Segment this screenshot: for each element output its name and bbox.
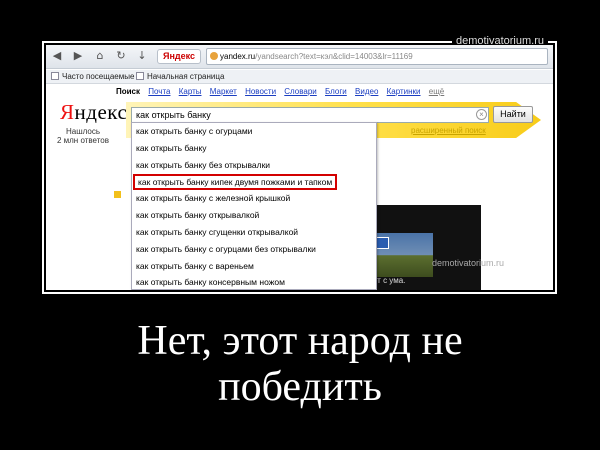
browser-screenshot: ◀ ▶ ⌂ ↻ ↓ Яндекс yandex.ru/yandsearch?te… xyxy=(46,45,553,290)
suggestion-item[interactable]: как открыть банку xyxy=(136,143,207,153)
nav-mail[interactable]: Почта xyxy=(148,87,170,96)
bookmarks-bar: Часто посещаемые Начальная страница xyxy=(46,70,553,84)
suggestions-dropdown: как открыть банку с огурцами как открыть… xyxy=(131,122,377,290)
address-bar[interactable]: yandex.ru/yandsearch?text=кэл&clid=14003… xyxy=(206,48,548,65)
suggestion-item[interactable]: как открыть банку с вареньем xyxy=(136,261,254,271)
nav-dictionaries[interactable]: Словари xyxy=(284,87,317,96)
nav-more[interactable]: ещё xyxy=(429,87,444,96)
suggestion-item[interactable]: как открыть банку с огурцами без открыва… xyxy=(136,244,316,254)
home-icon[interactable]: ⌂ xyxy=(93,49,107,63)
suggestion-item[interactable]: как открыть банку консервным ножом xyxy=(136,277,285,287)
nav-images[interactable]: Картинки xyxy=(387,87,421,96)
back-icon[interactable]: ◀ xyxy=(50,49,64,63)
favicon-icon xyxy=(210,52,218,60)
suggestion-item[interactable]: как открыть банку без открывалки xyxy=(136,160,270,170)
demotivator-caption: Нет, этот народ не победить xyxy=(0,318,600,410)
suggestion-item[interactable]: как открыть банку с железной крышкой xyxy=(136,193,290,203)
nav-news[interactable]: Новости xyxy=(245,87,276,96)
yandex-logo[interactable]: Яндекс xyxy=(60,100,127,125)
suggestion-item[interactable]: как открыть банку открывалкой xyxy=(136,210,259,220)
browser-toolbar: ◀ ▶ ⌂ ↻ ↓ Яндекс yandex.ru/yandsearch?te… xyxy=(46,45,553,69)
results-count: Нашлось 2 млн ответов xyxy=(56,127,110,145)
clear-icon[interactable]: × xyxy=(476,109,487,120)
url-path: /yandsearch?text=кэл&clid=14003&lr=11169 xyxy=(255,52,413,61)
road-sign-image xyxy=(373,233,433,277)
suggestion-item[interactable]: как открыть банку с огурцами xyxy=(136,126,252,136)
refresh-icon[interactable]: ↻ xyxy=(114,49,128,63)
yandex-nav: Поиск Почта Карты Маркет Новости Словари… xyxy=(116,87,450,96)
bookmark-frequent[interactable]: Часто посещаемые xyxy=(51,70,134,84)
tab-yandex[interactable]: Яндекс xyxy=(157,49,201,64)
bookmark-icon xyxy=(136,72,144,80)
nav-maps[interactable]: Карты xyxy=(179,87,202,96)
caption-line-2: победить xyxy=(218,364,382,410)
nav-search: Поиск xyxy=(116,87,141,96)
caption-line-1: Нет, этот народ не xyxy=(137,318,463,364)
bookmark-icon xyxy=(51,72,59,80)
road-sign xyxy=(375,237,389,249)
nav-video[interactable]: Видео xyxy=(355,87,378,96)
nav-market[interactable]: Маркет xyxy=(210,87,237,96)
watermark-middle: demotivatorium.ru xyxy=(432,258,505,268)
find-button[interactable]: Найти xyxy=(493,106,533,123)
nav-blogs[interactable]: Блоги xyxy=(325,87,347,96)
search-input[interactable]: как открыть банку xyxy=(131,107,489,123)
result-bullet-icon xyxy=(114,191,121,198)
url-host: yandex.ru xyxy=(220,52,256,61)
advanced-search-link[interactable]: расширенный поиск xyxy=(411,126,486,135)
image-caption: ет с ума. xyxy=(373,276,406,285)
suggestion-item-highlighted[interactable]: как открыть банку кипек двумя пожками и … xyxy=(133,174,338,190)
forward-icon[interactable]: ▶ xyxy=(71,49,85,63)
suggestion-item[interactable]: как открыть банку сгущенки открывалкой xyxy=(136,227,298,237)
bookmark-home[interactable]: Начальная страница xyxy=(136,70,224,84)
download-icon[interactable]: ↓ xyxy=(135,49,149,63)
